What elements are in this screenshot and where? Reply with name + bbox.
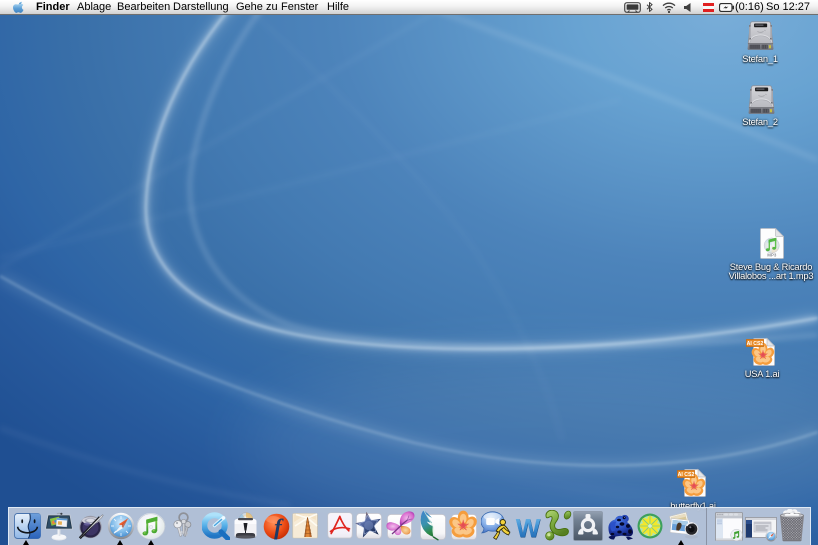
svg-text:W: W	[516, 513, 541, 541]
